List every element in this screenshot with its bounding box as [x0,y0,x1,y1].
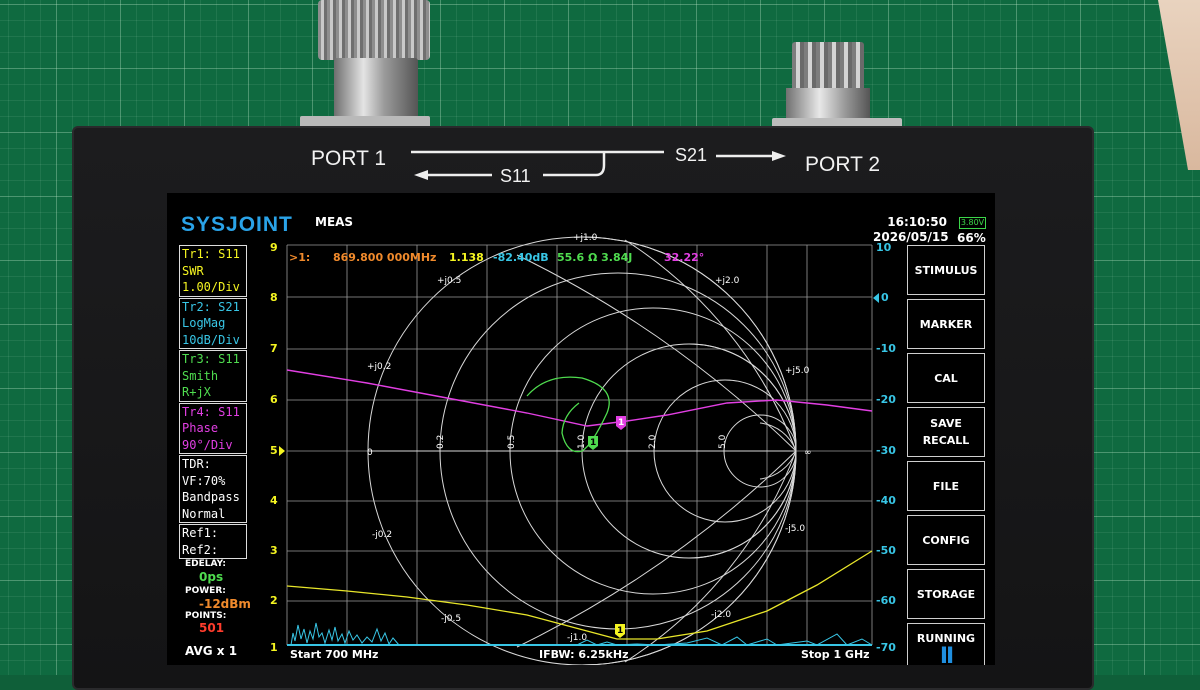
marker-1-smith[interactable]: 1 [588,436,598,450]
smith-label-r05: 0.5 [507,435,517,449]
right-tick-0: 10 [876,241,892,254]
storage-label: STORAGE [916,587,976,601]
save-recall-button[interactable]: SAVE RECALL [907,407,985,457]
stop-frequency[interactable]: Stop 1 GHz [801,648,870,661]
trace1-swr-line [286,550,873,640]
marker-frequency: 869.800 000MHz [333,251,436,264]
running-button[interactable]: RUNNING II [907,623,985,665]
left-tick-7: 2 [270,594,278,607]
smith-label-r20: 2.0 [648,434,658,449]
smith-label-top: +j1.0 [573,233,598,243]
marker-impedance: 55.6 Ω 3.84J [557,251,632,264]
stimulus-button[interactable]: STIMULUS [907,245,985,295]
smith-label-dn05: -j0.5 [441,614,461,624]
signal-flow-arrows [411,150,786,180]
marker-1-swr[interactable]: 1 [615,624,625,638]
start-frequency[interactable]: Start 700 MHz [290,648,378,661]
ref-position-arrow-right [873,293,879,303]
left-tick-5: 4 [270,494,278,507]
smith-label-dn2: -j2.0 [711,610,731,620]
marker-button[interactable]: MARKER [907,299,985,349]
file-button[interactable]: FILE [907,461,985,511]
vna-screen: SYSJOINT MEAS 16:10:50 2026/05/15 3.80V … [167,193,995,665]
save-label: SAVE [930,417,962,430]
config-button[interactable]: CONFIG [907,515,985,565]
config-label: CONFIG [922,533,970,547]
menu-panel: STIMULUS MARKER CAL SAVE RECALL FILE CONF… [907,245,985,665]
ref-position-arrow-left [279,446,285,456]
smith-label-up5: +j5.0 [785,366,810,376]
right-tick-5: -40 [876,494,896,507]
cal-label: CAL [934,371,958,385]
smith-label-up02: +j0.2 [367,362,391,372]
right-tick-1: 0 [881,291,889,304]
marker-id: >1: [289,251,310,264]
ifbw[interactable]: IFBW: 6.25kHz [539,648,628,661]
cal-button[interactable]: CAL [907,353,985,403]
marker-readout: >1: 869.800 000MHz 1.138 -82.40dB 55.6 Ω… [289,251,704,264]
right-tick-6: -50 [876,544,896,557]
smith-label-r10: 1.0 [577,434,587,449]
smith-label-dn02: -j0.2 [372,530,392,540]
recall-label: RECALL [922,434,970,447]
right-tick-7: -60 [876,594,896,607]
pause-icon: II [939,643,954,665]
left-tick-8: 1 [270,641,278,654]
running-label: RUNNING [916,631,976,645]
right-tick-4: -30 [876,444,896,457]
right-tick-8: -70 [876,641,896,654]
marker-phase: 32.22° [664,251,704,264]
smith-label-up2: +j2.0 [715,276,740,286]
left-tick-3: 6 [270,393,278,406]
marker-1-phase[interactable]: 1 [616,416,626,430]
smith-label-inf: ∞ [804,448,812,458]
left-axis: 9 8 7 6 5 4 3 2 1 [270,241,278,654]
right-axis: 10 0 -10 -20 -30 -40 -50 -60 -70 [876,241,896,654]
marker-1-swr-number: 1 [617,626,623,636]
smith-label-up05: +j0.5 [437,276,461,286]
right-tick-3: -20 [876,393,896,406]
left-tick-0: 9 [270,241,278,254]
smith-label-r02: 0.2 [436,435,446,449]
left-tick-4: 5 [270,444,278,457]
smith-label-dn5: -j5.0 [785,524,805,534]
left-tick-2: 7 [270,342,278,355]
right-tick-2: -10 [876,342,896,355]
smith-label-zero: 0 [367,448,373,458]
graph-area[interactable]: +j1.0 +j0.5 +j2.0 +j0.2 +j5.0 0 ∞ 0.2 0.… [167,193,995,665]
marker-swr: 1.138 [449,251,484,264]
left-tick-6: 3 [270,544,278,557]
marker-logmag: -82.40dB [493,251,549,264]
stimulus-label: STIMULUS [914,263,978,277]
marker-1-phase-number: 1 [618,418,624,428]
marker-label: MARKER [919,317,973,331]
smith-label-r50: 5.0 [718,434,728,449]
marker-1-smith-number: 1 [590,438,596,448]
file-label: FILE [932,479,960,493]
storage-button[interactable]: STORAGE [907,569,985,619]
left-tick-1: 8 [270,291,278,304]
